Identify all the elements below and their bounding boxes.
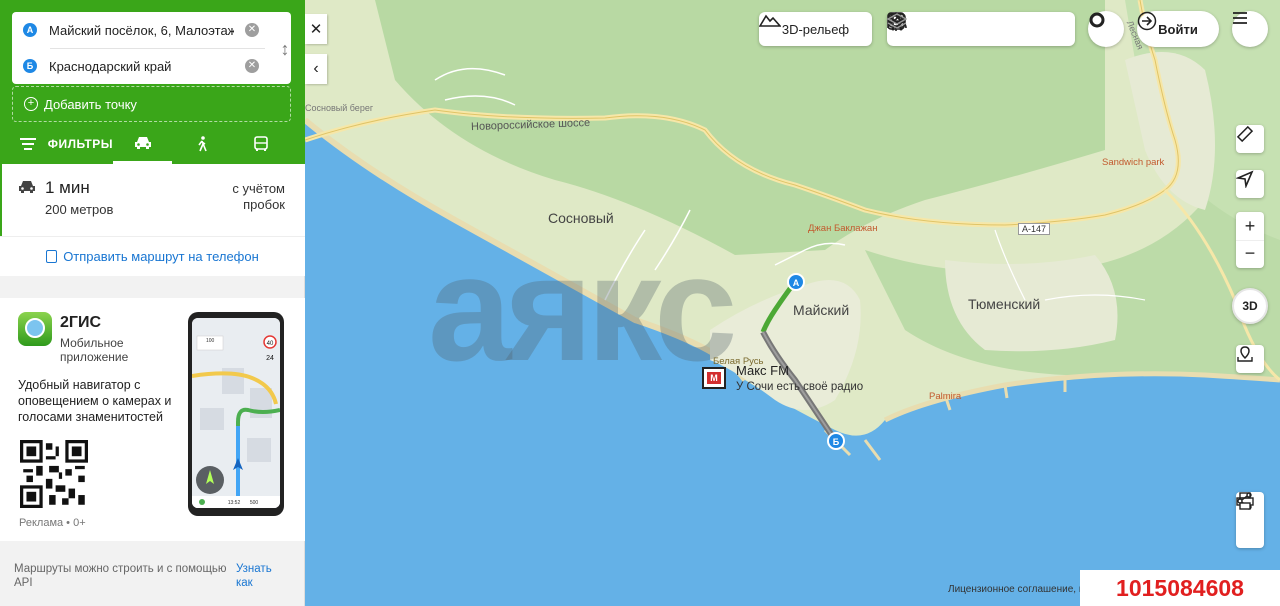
- traffic-note: с учётом пробок: [232, 181, 285, 212]
- zoom-out-icon[interactable]: −: [1236, 240, 1264, 268]
- map-label-sandwich[interactable]: Sandwich park: [1102, 157, 1164, 168]
- ad-brand: 2ГИС: [60, 314, 102, 331]
- plus-icon: +: [24, 97, 38, 111]
- from-input[interactable]: Майский посёлок, 6, Малоэтажн: [49, 23, 234, 38]
- locate-button[interactable]: [1236, 170, 1264, 198]
- map-label-sosnovy: Сосновый: [548, 210, 614, 226]
- map-pin-a[interactable]: А: [793, 278, 800, 288]
- profile-circle-button[interactable]: [1088, 11, 1124, 47]
- ring-icon: [1089, 12, 1105, 28]
- share-print-control: [1236, 492, 1264, 548]
- layers-toolbar: [887, 12, 1075, 46]
- map[interactable]: А Б аякс Сосновый берег Новороссийское ш…: [305, 0, 1280, 606]
- map-pin-button[interactable]: [1236, 345, 1264, 373]
- phone-km: 500: [250, 500, 259, 506]
- radio-logo-icon[interactable]: М: [702, 367, 726, 389]
- relief-3d-label: 3D-рельеф: [781, 21, 850, 37]
- ruler-icon: [1236, 125, 1254, 143]
- map-pin-icon: [1237, 346, 1253, 362]
- menu-button[interactable]: [1232, 11, 1268, 47]
- send-to-phone-label: Отправить маршрут на телефон: [63, 249, 259, 264]
- add-point-button[interactable]: + Добавить точку: [12, 86, 291, 122]
- car-icon: [134, 136, 151, 149]
- phone-icon: [46, 250, 58, 263]
- tab-walk[interactable]: [172, 124, 231, 164]
- clear-from-icon[interactable]: ✕: [245, 23, 259, 37]
- route-distance: 200 метров: [45, 202, 114, 217]
- route-inputs: А Майский посёлок, 6, Малоэтажн ✕ Б Крас…: [12, 12, 291, 84]
- map-label-maysky: Майский: [793, 302, 850, 318]
- menu-icon: [1233, 12, 1247, 24]
- transport-tabs: ФИЛЬТРЫ: [0, 124, 305, 164]
- bus-icon: [253, 136, 268, 151]
- clear-to-icon[interactable]: ✕: [245, 59, 259, 73]
- phone-num: 24: [266, 355, 274, 362]
- close-panel-button[interactable]: ✕: [305, 14, 327, 44]
- walk-icon: [197, 136, 207, 152]
- ad-banner[interactable]: 2ГИС Мобильное приложение Удобный навига…: [0, 298, 305, 541]
- login-label: Войти: [1158, 21, 1198, 37]
- map-label-palmira[interactable]: Palmira: [929, 391, 961, 402]
- mountain-icon: [759, 14, 781, 27]
- route-panel: А Майский посёлок, 6, Малоэтажн ✕ Б Крас…: [0, 0, 305, 606]
- to-input[interactable]: Краснодарский край: [49, 59, 234, 74]
- map-label-djan[interactable]: Джан Баклажан: [808, 223, 877, 234]
- pin-b-icon: Б: [23, 59, 37, 73]
- zoom-control: + −: [1236, 212, 1264, 268]
- layers-icon[interactable]: [887, 12, 907, 30]
- radio-name[interactable]: Макс FM: [736, 363, 789, 378]
- filters-label: ФИЛЬТРЫ: [47, 137, 113, 151]
- car-icon: [19, 181, 35, 193]
- print-icon[interactable]: [1236, 492, 1254, 510]
- ruler-button[interactable]: [1236, 125, 1264, 153]
- chevron-left-icon: ‹: [313, 60, 319, 77]
- filter-icon: [20, 138, 36, 150]
- location-arrow-icon: [1236, 170, 1254, 188]
- phone-dist: 100: [206, 338, 215, 344]
- map-label-tyumensky: Тюменский: [968, 296, 1041, 312]
- to-row[interactable]: Б Краснодарский край ✕: [12, 48, 291, 84]
- login-button[interactable]: Войти: [1137, 11, 1219, 47]
- route-header: А Майский посёлок, 6, Малоэтажн ✕ Б Крас…: [0, 0, 305, 164]
- qr-code-icon: [20, 440, 88, 508]
- phone-time: 13:52: [228, 500, 241, 506]
- watermark: аякс: [428, 224, 737, 392]
- listing-id: 1015084608: [1080, 570, 1280, 606]
- close-icon: ✕: [309, 21, 323, 38]
- tab-car[interactable]: [113, 124, 172, 164]
- filters-button[interactable]: ФИЛЬТРЫ: [0, 137, 113, 151]
- add-point-label: Добавить точку: [44, 96, 137, 112]
- collapse-panel-button[interactable]: ‹: [305, 54, 327, 84]
- send-to-phone-link[interactable]: Отправить маршрут на телефон: [0, 236, 305, 276]
- zoom-in-icon[interactable]: +: [1245, 212, 1256, 240]
- pin-a-icon: А: [23, 23, 37, 37]
- ad-description: Удобный навигатор с оповещением о камера…: [18, 378, 172, 424]
- from-row[interactable]: А Майский посёлок, 6, Малоэтажн ✕: [12, 12, 291, 48]
- phone-speed: 40: [267, 341, 274, 347]
- route-time: 1 мин: [45, 178, 90, 197]
- swap-icon[interactable]: ↕: [277, 38, 293, 60]
- relief-3d-button[interactable]: 3D-рельеф: [759, 12, 872, 46]
- map-label-coast: Сосновый берег: [305, 103, 374, 113]
- radio-slogan: У Сочи есть своё радио: [736, 381, 864, 393]
- route-result[interactable]: 1 мин 200 метров с учётом пробок: [0, 164, 305, 236]
- map-pin-b[interactable]: Б: [833, 437, 840, 447]
- map-label-a147: А-147: [1018, 223, 1051, 235]
- phone-mockup: 40 24 100 13:52 500: [188, 312, 284, 516]
- radio-logo-letter: М: [707, 372, 721, 384]
- view-3d-label: 3D: [1242, 299, 1258, 313]
- api-learn-link[interactable]: Узнать как: [236, 562, 286, 590]
- license-link[interactable]: Лицензионное соглашение, г: [948, 584, 1082, 595]
- 2gis-logo-icon: [18, 312, 52, 346]
- login-icon: [1137, 11, 1157, 31]
- ad-footer: Реклама • 0+: [19, 517, 86, 529]
- ad-subtitle: Мобильное приложение: [60, 336, 129, 364]
- tab-bus[interactable]: [231, 124, 290, 164]
- view-3d-button[interactable]: 3D: [1232, 288, 1268, 324]
- api-note: Маршруты можно строить и с помощью API: [14, 563, 227, 589]
